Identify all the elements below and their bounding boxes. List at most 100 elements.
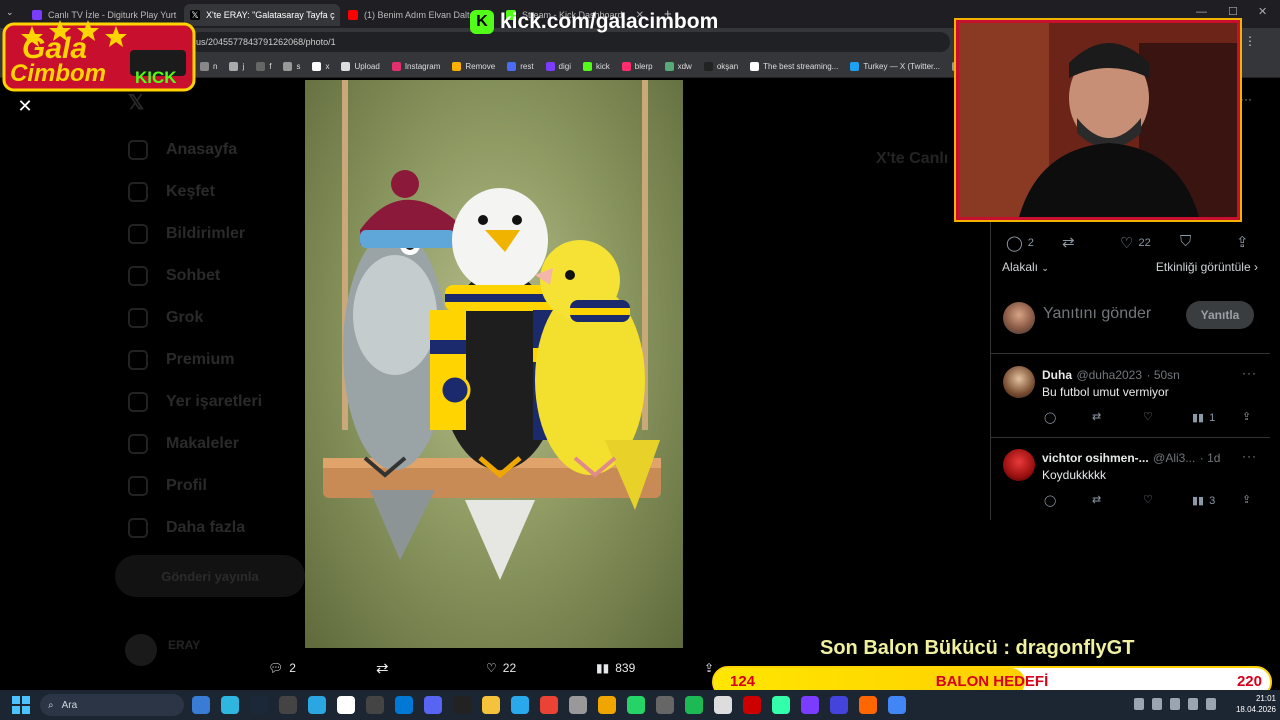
reply-input[interactable]: Yanıtını gönder (1043, 305, 1151, 323)
post-button[interactable]: Gönderi yayınla (115, 555, 305, 597)
bookmark-item[interactable]: s (283, 62, 300, 71)
reply-time[interactable]: · 1d (1200, 451, 1221, 465)
bookmark-item[interactable]: Upload (341, 62, 380, 71)
taskbar-app-icon[interactable] (366, 696, 384, 714)
reply-share-button[interactable]: ⇪ (1242, 493, 1251, 506)
like-button[interactable]: ♡ 22 (486, 661, 516, 675)
taskbar-app-icon[interactable] (656, 696, 674, 714)
x-nav-item[interactable]: Premium (128, 350, 234, 370)
reply-views-button[interactable]: ▮▮ 3 (1192, 494, 1215, 508)
taskbar-app-icon[interactable] (482, 696, 500, 714)
taskbar-app-icon[interactable] (627, 696, 645, 714)
bookmark-item[interactable]: f (256, 62, 271, 71)
wifi-icon[interactable] (1206, 698, 1216, 710)
bookmark-item[interactable]: Instagram (391, 62, 440, 71)
taskbar-app-icon[interactable] (714, 696, 732, 714)
x-nav-item[interactable]: Sohbet (128, 266, 220, 286)
taskbar-app-icon[interactable] (888, 696, 906, 714)
view-activity-link[interactable]: Etkinliği görüntüle › (1156, 260, 1258, 274)
windows-start-icon[interactable] (12, 696, 30, 714)
bookmark-item[interactable]: Remove (452, 62, 495, 71)
notification-icon[interactable] (1152, 698, 1162, 710)
taskbar-clock[interactable]: 21:01 18.04.2026 (1226, 693, 1276, 715)
reply-button[interactable]: 💬︎ 2 (268, 661, 296, 675)
reply-author-name[interactable]: vichtor osihmen-... (1042, 451, 1149, 465)
reply-views-button[interactable]: ▮▮ 1 (1192, 411, 1215, 425)
panel-like-button[interactable]: ♡ 22 (1120, 234, 1151, 252)
taskbar-search[interactable]: ⌕ Ara (40, 694, 184, 716)
reply-submit-button[interactable]: Yanıtla (1186, 301, 1254, 329)
bookmark-item[interactable]: x (312, 62, 329, 71)
x-nav-item[interactable]: Anasayfa (128, 140, 237, 160)
extensions-icon[interactable]: ⋮ (1244, 34, 1256, 48)
bookmark-item[interactable]: The best streaming... (750, 62, 838, 71)
reply-repost-button[interactable]: ⇄ (1092, 410, 1101, 423)
reply-time[interactable]: · 50sn (1146, 368, 1179, 382)
bookmark-item[interactable]: xdw (664, 62, 692, 71)
taskbar-app-icon[interactable] (772, 696, 790, 714)
bookmark-item[interactable]: okşan (703, 62, 738, 71)
taskbar-app-icon[interactable] (221, 696, 239, 714)
x-nav-item[interactable]: Grok (128, 308, 203, 328)
bookmark-item[interactable]: j (229, 62, 244, 71)
taskbar-app-icon[interactable] (192, 696, 210, 714)
x-nav-item[interactable]: Makaleler (128, 434, 239, 454)
views-button[interactable]: ▮▮ 839 (596, 661, 635, 675)
post-photo[interactable] (305, 80, 683, 648)
taskbar-app-icon[interactable] (540, 696, 558, 714)
taskbar-app-icon[interactable] (308, 696, 326, 714)
repost-button[interactable]: ⇄ (376, 659, 389, 677)
bookmark-item[interactable]: Turkey — X (Twitter... (850, 62, 940, 71)
taskbar-app-icon[interactable] (743, 696, 761, 714)
reply-avatar[interactable] (1003, 449, 1035, 481)
x-nav-item[interactable]: Profil (128, 476, 207, 496)
taskbar-app-icon[interactable] (395, 696, 413, 714)
reply-author-name[interactable]: Duha (1042, 368, 1072, 382)
taskbar-app-icon[interactable] (569, 696, 587, 714)
reply-like-button[interactable]: ♡ (1143, 493, 1153, 506)
reply-repost-button[interactable]: ⇄ (1092, 493, 1101, 506)
battery-icon[interactable] (1170, 698, 1180, 710)
taskbar-app-icon[interactable] (250, 696, 268, 714)
taskbar-app-icon[interactable] (830, 696, 848, 714)
panel-share-button[interactable]: ⇪ (1236, 233, 1249, 251)
share-button[interactable]: ⇪ (704, 661, 714, 675)
taskbar-app-icon[interactable] (801, 696, 819, 714)
taskbar-app-icon[interactable] (859, 696, 877, 714)
taskbar-app-icon[interactable] (279, 696, 297, 714)
x-nav-item[interactable]: Keşfet (128, 182, 215, 202)
account-avatar[interactable] (125, 634, 157, 666)
reply-author-handle[interactable]: @Ali3... (1153, 451, 1195, 465)
chevron-up-icon[interactable] (1134, 698, 1144, 710)
x-nav-item[interactable]: Yer işaretleri (128, 392, 262, 412)
taskbar-app-icon[interactable] (598, 696, 616, 714)
reply-author-handle[interactable]: @duha2023 (1076, 368, 1142, 382)
taskbar-app-icon[interactable] (453, 696, 471, 714)
panel-reply-button[interactable]: ◯ 2 (1006, 234, 1034, 252)
taskbar-app-icon[interactable] (511, 696, 529, 714)
reply-reply-button[interactable]: ◯ (1044, 411, 1056, 424)
bookmark-item[interactable]: kick (583, 62, 610, 71)
reply-reply-button[interactable]: ◯ (1044, 494, 1056, 507)
taskbar-app-icon[interactable] (337, 696, 355, 714)
bookmark-item[interactable]: digi (545, 62, 571, 71)
more-options-icon[interactable]: ··· (1242, 449, 1257, 463)
maximize-icon[interactable]: ☐ (1228, 5, 1238, 18)
reply-like-button[interactable]: ♡ (1143, 410, 1153, 423)
x-nav-item[interactable]: Daha fazla (128, 518, 245, 538)
tab-x-post[interactable]: 𝕏 X'te ERAY: "Galatasaray Tayfa ç ✕ (184, 4, 340, 26)
reply-share-button[interactable]: ⇪ (1242, 410, 1251, 423)
taskbar-app-icon[interactable] (424, 696, 442, 714)
user-avatar[interactable] (1003, 302, 1035, 334)
x-nav-item[interactable]: Bildirimler (128, 224, 245, 244)
volume-icon[interactable] (1188, 698, 1198, 710)
minimize-icon[interactable]: — (1196, 6, 1207, 18)
bookmark-item[interactable]: rest (507, 62, 534, 71)
sort-dropdown[interactable]: Alakalı ⌄ (1002, 260, 1049, 274)
bookmark-button[interactable]: ⛉ (1180, 233, 1191, 250)
panel-repost-button[interactable]: ⇄ (1062, 233, 1075, 251)
bookmark-item[interactable]: n (200, 62, 217, 71)
more-options-icon[interactable]: ··· (1242, 366, 1257, 380)
close-photo-button[interactable]: ✕ (14, 95, 36, 117)
taskbar-app-icon[interactable] (685, 696, 703, 714)
